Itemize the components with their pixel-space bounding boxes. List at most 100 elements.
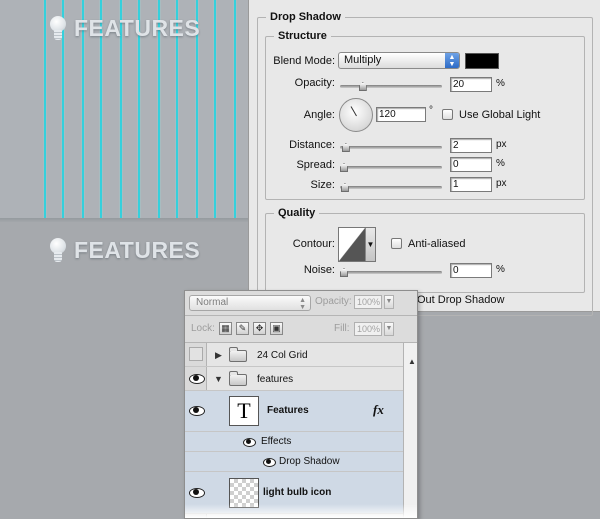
layer-effects-fx-icon[interactable]: fx bbox=[373, 402, 384, 418]
guide-line bbox=[214, 0, 216, 219]
layer-row-24-col-grid[interactable]: ▶ 24 Col Grid bbox=[185, 343, 403, 367]
distance-input[interactable]: 2 bbox=[450, 138, 492, 153]
feature-text: FEATURES bbox=[74, 237, 201, 263]
noise-unit: % bbox=[496, 264, 505, 275]
effect-name: Drop Shadow bbox=[279, 456, 340, 467]
scroll-up-arrow-icon[interactable]: ▲ bbox=[408, 357, 416, 366]
slider-knob[interactable] bbox=[340, 183, 349, 192]
collapse-triangle-icon[interactable]: ▼ bbox=[214, 374, 223, 384]
noise-slider[interactable] bbox=[340, 267, 442, 277]
slider-knob[interactable] bbox=[340, 163, 348, 172]
lock-pixels-brush-icon[interactable]: ✎ bbox=[236, 322, 249, 335]
opacity-slider[interactable] bbox=[340, 81, 442, 91]
size-label: Size: bbox=[310, 179, 335, 191]
visibility-toggle-off[interactable] bbox=[189, 347, 203, 361]
layers-list: ▶ 24 Col Grid ▼ features T Features fx E… bbox=[185, 343, 417, 518]
fill-label: Fill: bbox=[334, 323, 350, 334]
layer-opacity-dropdown-icon[interactable]: ▼ bbox=[384, 295, 394, 309]
layer-row-features-text[interactable]: T Features fx bbox=[185, 391, 403, 432]
structure-legend: Structure bbox=[278, 30, 327, 42]
slider-knob[interactable] bbox=[358, 82, 367, 91]
dialog-title: Drop Shadow bbox=[270, 11, 341, 23]
spread-input[interactable]: 0 bbox=[450, 157, 492, 172]
guide-line bbox=[234, 0, 236, 219]
drop-shadow-dialog: Drop Shadow Structure Blend Mode: Multip… bbox=[248, 0, 600, 316]
use-global-light-label[interactable]: Use Global Light bbox=[459, 109, 540, 121]
lock-transparency-icon[interactable]: ▦ bbox=[219, 322, 232, 335]
blend-mode-value: Multiply bbox=[344, 54, 382, 66]
lock-position-move-icon[interactable]: ✥ bbox=[253, 322, 266, 335]
knockout-label[interactable]: Out Drop Shadow bbox=[417, 294, 504, 306]
visibility-eye-icon[interactable] bbox=[189, 405, 205, 416]
feature-text: FEATURES bbox=[74, 15, 201, 41]
folder-icon bbox=[229, 347, 247, 362]
layer-name: features bbox=[257, 374, 294, 385]
panel-separator bbox=[185, 315, 417, 316]
noise-input[interactable]: 0 bbox=[450, 263, 492, 278]
shadow-color-swatch[interactable] bbox=[465, 53, 499, 69]
anti-aliased-label[interactable]: Anti-aliased bbox=[408, 238, 465, 250]
effects-label: Effects bbox=[261, 436, 292, 447]
visibility-eye-icon[interactable] bbox=[189, 487, 205, 498]
spread-unit: % bbox=[496, 158, 505, 169]
blend-mode-select[interactable]: Multiply ▲ ▼ bbox=[338, 52, 460, 69]
effects-visibility-eye-icon[interactable] bbox=[243, 438, 256, 447]
distance-unit: px bbox=[496, 139, 507, 150]
angle-dial[interactable] bbox=[339, 98, 373, 132]
layer-row-features-group[interactable]: ▼ features bbox=[185, 367, 403, 391]
contour-picker[interactable]: ▼ bbox=[338, 227, 376, 262]
layers-panel: Normal ▲ ▼ Opacity: 100% ▼ Lock: ▦ ✎ ✥ ▣ … bbox=[184, 290, 418, 519]
feature-heading-top: FEATURES bbox=[50, 15, 200, 42]
size-input[interactable]: 1 bbox=[450, 177, 492, 192]
layer-name: Features bbox=[267, 405, 309, 416]
slider-track bbox=[340, 186, 442, 189]
layer-name: 24 Col Grid bbox=[257, 350, 308, 361]
slider-track bbox=[340, 166, 442, 169]
slider-track bbox=[340, 146, 442, 149]
lock-all-padlock-icon[interactable]: ▣ bbox=[270, 322, 283, 335]
lock-label: Lock: bbox=[191, 323, 215, 334]
feature-heading-bottom: FEATURES bbox=[50, 237, 200, 264]
layer-blend-mode-value: Normal bbox=[196, 297, 229, 308]
contour-label: Contour: bbox=[292, 238, 335, 250]
fill-dropdown-icon[interactable]: ▼ bbox=[384, 322, 394, 336]
anti-aliased-checkbox[interactable] bbox=[391, 238, 402, 249]
slider-knob[interactable] bbox=[340, 268, 348, 277]
light-bulb-icon bbox=[50, 237, 66, 264]
text-layer-thumbnail: T bbox=[229, 396, 259, 426]
angle-input[interactable]: 120 bbox=[376, 107, 426, 122]
slider-knob[interactable] bbox=[341, 143, 350, 152]
contour-dropdown-arrow-icon[interactable]: ▼ bbox=[365, 228, 375, 261]
layer-name: light bulb icon bbox=[263, 487, 332, 498]
angle-label: Angle: bbox=[303, 109, 335, 121]
contour-curve-preview bbox=[339, 228, 365, 261]
size-slider[interactable] bbox=[340, 182, 442, 192]
layer-row-drop-shadow[interactable]: Drop Shadow bbox=[185, 452, 403, 472]
distance-slider[interactable] bbox=[340, 142, 442, 152]
angle-dial-hand bbox=[350, 106, 357, 117]
quality-legend: Quality bbox=[278, 207, 316, 219]
quality-group: Quality bbox=[265, 207, 585, 293]
opacity-label: Opacity: bbox=[294, 77, 335, 89]
layer-blend-mode-select[interactable]: Normal ▲ ▼ bbox=[189, 295, 311, 311]
opacity-unit: % bbox=[496, 78, 505, 89]
expand-triangle-icon[interactable]: ▶ bbox=[215, 350, 222, 361]
fill-input[interactable]: 100% bbox=[354, 322, 382, 336]
up-down-arrows-icon: ▲ ▼ bbox=[299, 297, 306, 311]
layer-opacity-label: Opacity: bbox=[315, 296, 352, 307]
layers-scrollbar[interactable]: ▲ bbox=[403, 343, 417, 518]
size-unit: px bbox=[496, 178, 507, 189]
visibility-eye-icon[interactable] bbox=[189, 373, 205, 384]
use-global-light-checkbox[interactable] bbox=[442, 109, 453, 120]
folder-icon bbox=[229, 371, 247, 386]
blend-mode-label: Blend Mode: bbox=[273, 55, 335, 67]
layer-opacity-input[interactable]: 100% bbox=[354, 295, 382, 309]
opacity-input[interactable]: 20 bbox=[450, 77, 492, 92]
spread-label: Spread: bbox=[296, 159, 335, 171]
layer-row-effects[interactable]: Effects bbox=[185, 432, 403, 452]
angle-unit: ° bbox=[429, 105, 433, 116]
spread-slider[interactable] bbox=[340, 162, 442, 172]
distance-label: Distance: bbox=[289, 139, 335, 151]
noise-label: Noise: bbox=[303, 264, 335, 276]
drop-shadow-visibility-eye-icon[interactable] bbox=[263, 458, 276, 467]
